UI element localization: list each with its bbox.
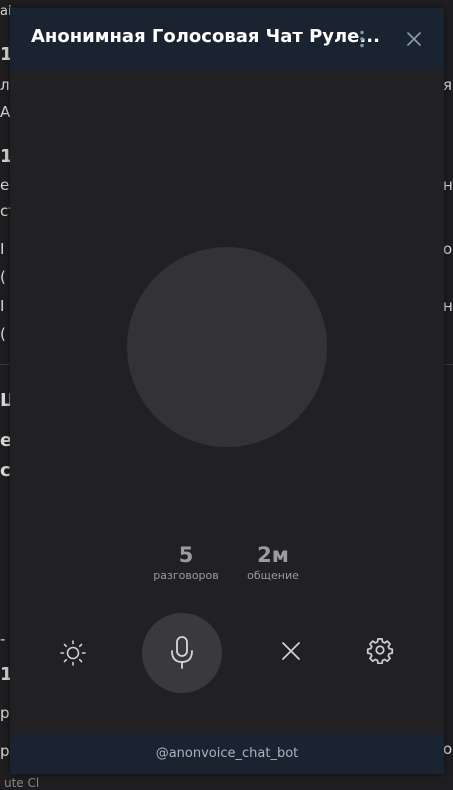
stat-conversations: 5 разговоров bbox=[150, 543, 222, 582]
stat-time: 2м общение bbox=[243, 543, 303, 582]
microphone-icon bbox=[171, 636, 193, 669]
bg-fragment: ( bbox=[0, 325, 6, 343]
bg-fragment: I bbox=[0, 240, 5, 258]
footer-bot-handle[interactable]: @anonvoice_chat_bot bbox=[10, 733, 444, 774]
stat-time-value: 2м bbox=[257, 543, 289, 567]
stat-conversations-label: разговоров bbox=[153, 569, 219, 582]
bg-fragment: ute Cl bbox=[4, 776, 40, 790]
bg-fragment: е bbox=[0, 176, 10, 194]
bg-fragment: л bbox=[0, 76, 10, 94]
more-button[interactable] bbox=[348, 25, 376, 53]
window-title: Анонимная Голосовая Чат Руле... bbox=[31, 26, 380, 47]
gear-icon bbox=[366, 638, 394, 664]
bg-fragment: р bbox=[0, 742, 10, 760]
close-button[interactable] bbox=[400, 25, 428, 53]
skip-button[interactable] bbox=[276, 636, 306, 666]
bg-fragment: ( bbox=[0, 268, 6, 286]
stat-conversations-value: 5 bbox=[178, 543, 194, 567]
bg-fragment: о bbox=[443, 240, 453, 258]
bg-fragment: нз bbox=[443, 297, 453, 315]
voice-chat-panel: Анонимная Голосовая Чат Руле... 5 разгов… bbox=[10, 8, 444, 774]
panel-header: Анонимная Голосовая Чат Руле... bbox=[10, 8, 444, 69]
bg-fragment: I bbox=[0, 297, 5, 315]
bg-fragment: o bbox=[443, 740, 453, 758]
theme-toggle-button[interactable] bbox=[58, 638, 88, 668]
more-vertical-icon bbox=[360, 30, 364, 48]
bg-fragment: я bbox=[443, 76, 453, 94]
avatar bbox=[127, 247, 327, 447]
sun-icon bbox=[60, 640, 86, 666]
bg-fragment: p bbox=[0, 704, 10, 722]
settings-button[interactable] bbox=[365, 635, 395, 665]
bg-fragment: A bbox=[0, 103, 11, 121]
microphone-button[interactable] bbox=[142, 613, 222, 693]
close-icon bbox=[282, 642, 300, 660]
stat-time-label: общение bbox=[247, 569, 299, 582]
close-icon bbox=[407, 32, 421, 46]
bg-fragment: но bbox=[443, 176, 453, 194]
bg-fragment: - bbox=[0, 630, 6, 648]
